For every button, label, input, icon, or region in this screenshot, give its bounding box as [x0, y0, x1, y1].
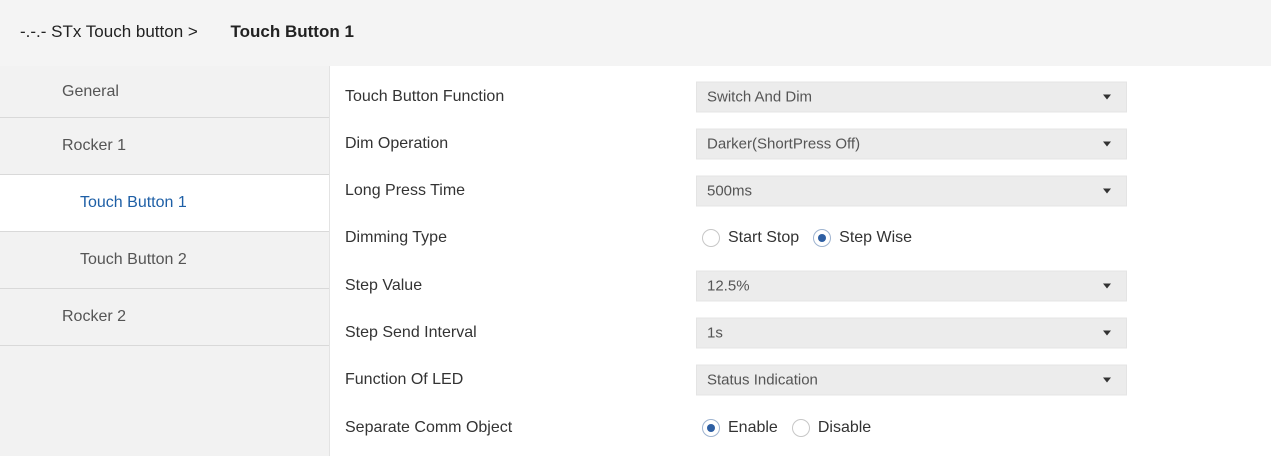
caret-down-icon: [1103, 283, 1111, 289]
touch-button-function-select[interactable]: Switch And Dim: [696, 81, 1127, 113]
radio-start-stop[interactable]: Start Stop: [702, 229, 799, 247]
select-value: Switch And Dim: [707, 88, 813, 106]
param-label: Separate Comm Object: [345, 419, 513, 436]
sidebar-item-label: Rocker 2: [62, 308, 127, 325]
sidebar-item-label: General: [62, 82, 119, 100]
radio-label: Enable: [728, 419, 778, 436]
long-press-time-select[interactable]: 500ms: [696, 175, 1127, 207]
sidebar-item-label: Rocker 1: [62, 137, 127, 154]
radio-label: Step Wise: [839, 229, 913, 246]
caret-down-icon: [1103, 141, 1111, 147]
param-row-dim-operation: Dim Operation Darker(ShortPress Off): [330, 120, 1271, 168]
parameter-panel: Touch Button Function Switch And Dim Dim…: [330, 66, 1271, 456]
dim-operation-select[interactable]: Darker(ShortPress Off): [696, 128, 1127, 160]
radio-label: Disable: [817, 419, 872, 436]
breadcrumb-parent[interactable]: -.-.- STx Touch button >: [20, 22, 198, 41]
dimming-type-radio-group: Start Stop Step Wise: [702, 229, 926, 247]
sidebar-item-rocker-2[interactable]: Rocker 2: [0, 289, 329, 346]
param-row-step-value: Step Value 12.5%: [330, 262, 1271, 310]
header-bar: -.-.- STx Touch button > Touch Button 1: [0, 0, 1271, 66]
select-value: Status Indication: [707, 371, 818, 389]
select-value: Darker(ShortPress Off): [707, 135, 861, 153]
sidebar-item-label: Touch Button 2: [80, 251, 187, 268]
sidebar-item-touch-button-2[interactable]: Touch Button 2: [0, 232, 329, 289]
breadcrumb-current: Touch Button 1: [230, 22, 354, 41]
step-send-interval-select[interactable]: 1s: [696, 317, 1127, 349]
function-of-led-select[interactable]: Status Indication: [696, 364, 1127, 396]
step-value-select[interactable]: 12.5%: [696, 270, 1127, 302]
radio-unchecked-icon: [702, 229, 720, 247]
sidebar-item-rocker-1[interactable]: Rocker 1: [0, 118, 329, 175]
param-label: Touch Button Function: [345, 88, 505, 105]
sidebar-item-label: Touch Button 1: [80, 194, 187, 211]
sidebar-item-touch-button-1[interactable]: Touch Button 1: [0, 175, 329, 232]
select-value: 500ms: [707, 182, 753, 200]
radio-disable[interactable]: Disable: [791, 419, 872, 437]
select-value: 1s: [707, 324, 723, 342]
param-label: Step Send Interval: [345, 324, 477, 341]
radio-unchecked-icon: [791, 419, 810, 437]
radio-step-wise[interactable]: Step Wise: [813, 229, 912, 247]
caret-down-icon: [1103, 188, 1111, 194]
sidebar: General Rocker 1 Touch Button 1 Touch Bu…: [0, 66, 330, 456]
param-row-function-of-led: Function Of LED Status Indication: [330, 356, 1271, 404]
select-value: 12.5%: [707, 277, 750, 295]
caret-down-icon: [1103, 377, 1111, 383]
app-window: -.-.- STx Touch button > Touch Button 1 …: [0, 0, 1271, 456]
param-label: Step Value: [345, 277, 423, 294]
param-label: Long Press Time: [345, 182, 466, 199]
caret-down-icon: [1103, 94, 1111, 100]
param-label: Dimming Type: [345, 229, 447, 246]
caret-down-icon: [1103, 330, 1111, 336]
separate-comm-object-radio-group: Enable Disable: [702, 419, 885, 437]
radio-enable[interactable]: Enable: [702, 419, 778, 437]
param-row-long-press-time: Long Press Time 500ms: [330, 167, 1271, 215]
radio-checked-icon: [813, 229, 832, 247]
param-row-dimming-type: Dimming Type Start Stop Step Wise: [330, 214, 1271, 262]
param-label: Function Of LED: [345, 371, 464, 388]
radio-checked-icon: [702, 419, 720, 437]
param-row-separate-comm-object: Separate Comm Object Enable Disable: [330, 404, 1271, 452]
sidebar-item-general[interactable]: General: [0, 66, 329, 118]
radio-label: Start Stop: [728, 229, 800, 246]
param-label: Dim Operation: [345, 135, 449, 152]
param-row-step-send-interval: Step Send Interval 1s: [330, 309, 1271, 357]
breadcrumb: -.-.- STx Touch button > Touch Button 1: [20, 22, 354, 42]
param-row-touch-button-function: Touch Button Function Switch And Dim: [330, 73, 1271, 121]
